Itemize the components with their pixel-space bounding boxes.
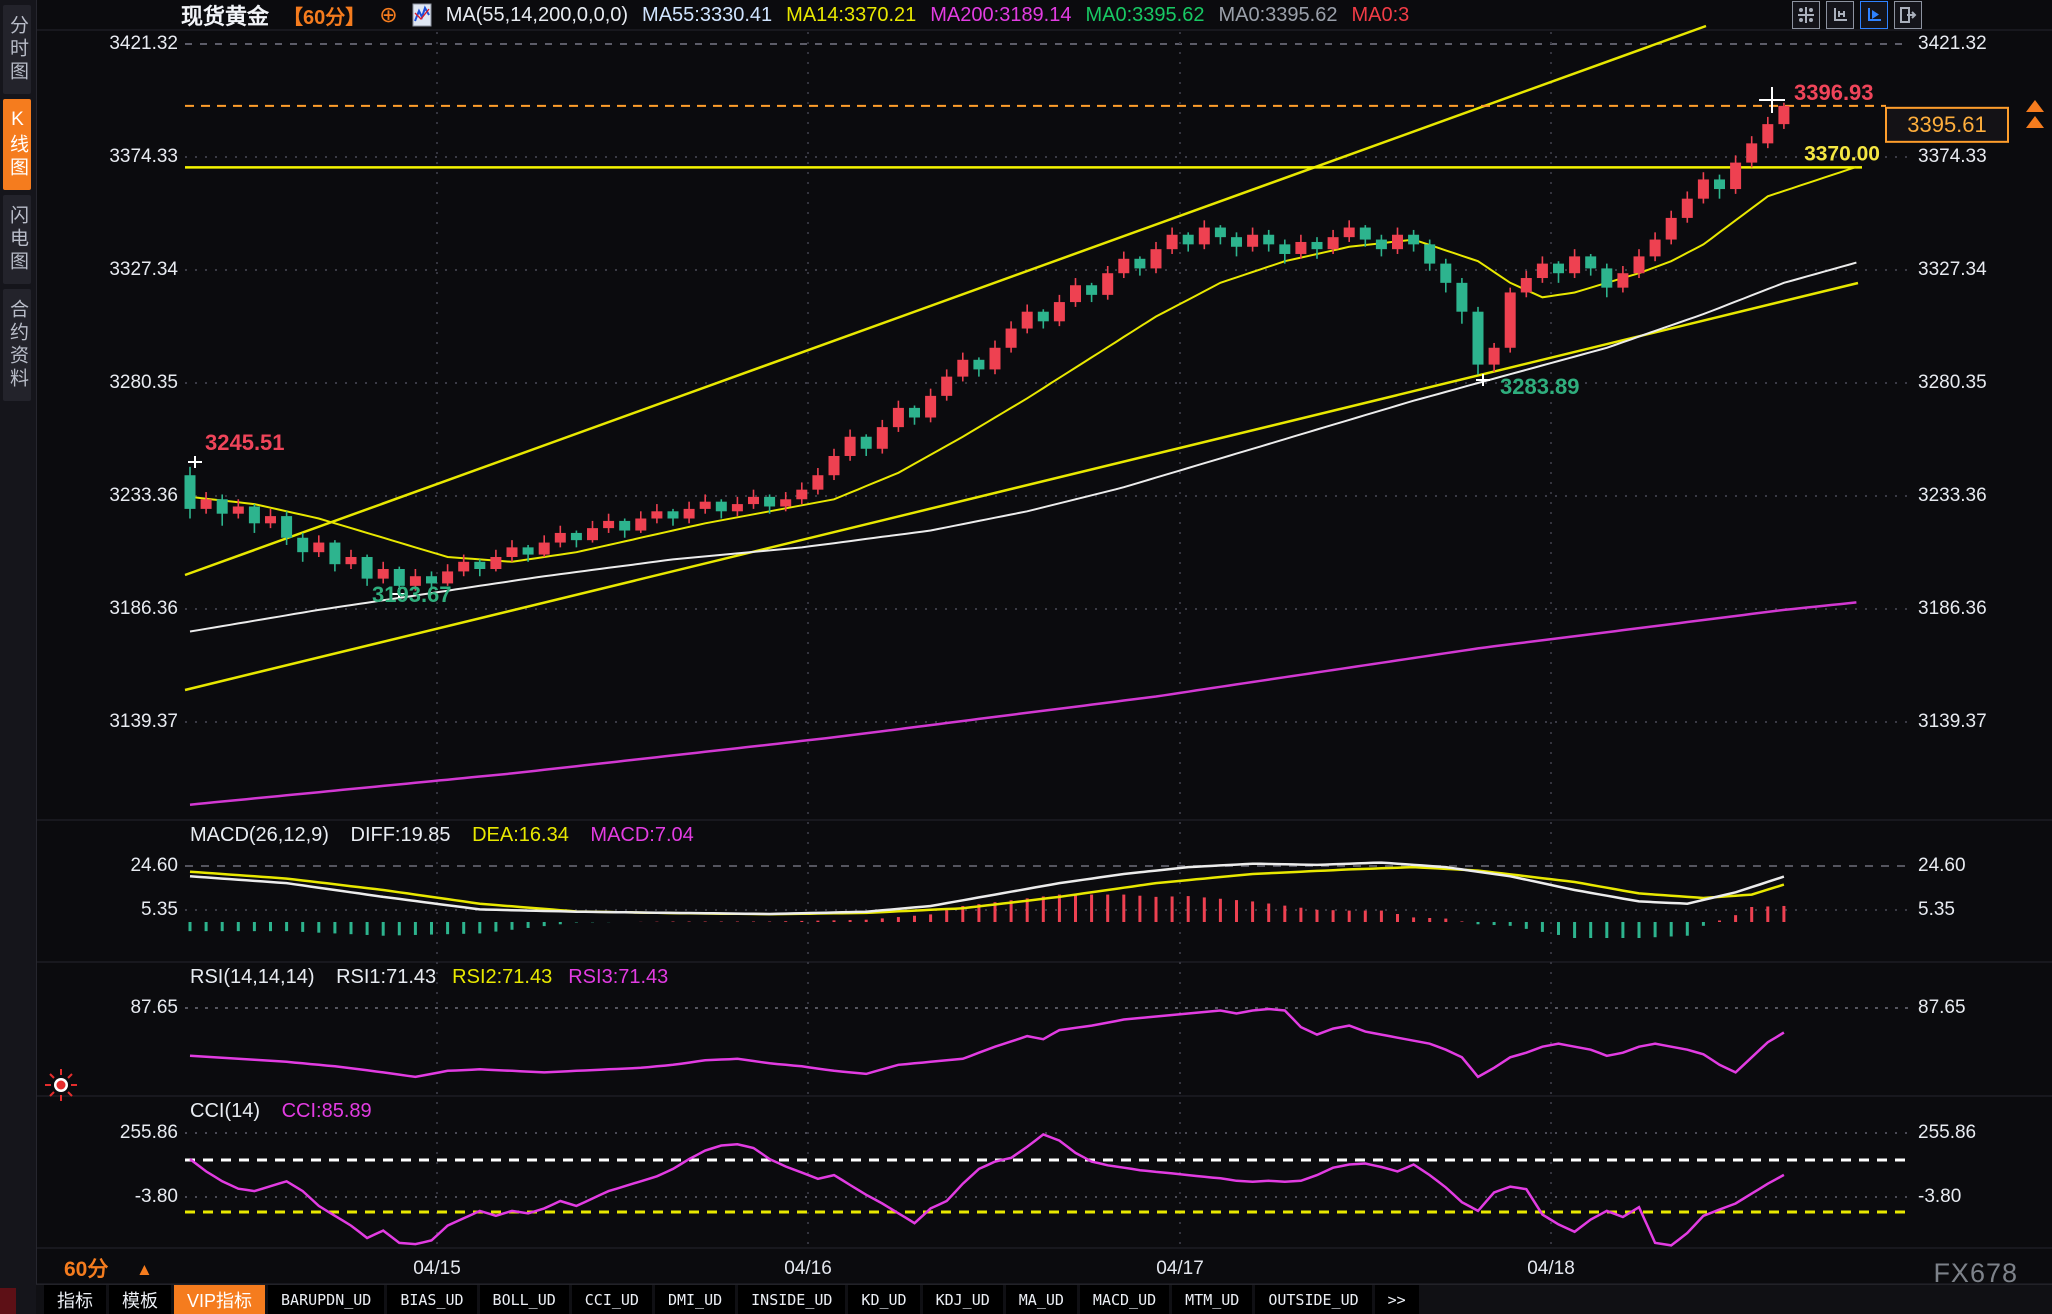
toolbar-button-模板[interactable]: 模板: [109, 1285, 171, 1314]
corner-badge: [0, 1288, 16, 1314]
svg-text:3139.37: 3139.37: [109, 711, 178, 732]
sidebar-tab-0[interactable]: 分时图: [3, 5, 31, 94]
svg-text:5.35: 5.35: [141, 899, 178, 920]
sidebar-tab-3[interactable]: 合约资料: [3, 289, 31, 401]
svg-text:3421.32: 3421.32: [109, 33, 178, 54]
svg-text:87.65: 87.65: [1918, 997, 1966, 1018]
alert-icon[interactable]: [42, 1066, 80, 1109]
ma-value-label: MA200:3189.14: [930, 4, 1071, 27]
svg-text:3421.32: 3421.32: [1918, 33, 1987, 54]
toolbar-button-cci-ud[interactable]: CCI_UD: [572, 1285, 652, 1314]
add-indicator-icon[interactable]: ⊕: [379, 2, 397, 28]
level-price-label: 3370.00: [1804, 142, 1880, 165]
exit-icon[interactable]: [1894, 1, 1922, 29]
svg-text:24.60: 24.60: [130, 855, 178, 876]
svg-text:3280.35: 3280.35: [1918, 372, 1987, 393]
toolbar-button-macd-ud[interactable]: MACD_UD: [1080, 1285, 1169, 1314]
axis-labels: 3421.32 3421.32 3374.33 3374.33 3327.34 3327.…: [64, 33, 1987, 1281]
svg-text:3233.36: 3233.36: [1918, 485, 1987, 506]
ma-value-label: MA14:3370.21: [786, 4, 916, 27]
cci-header[interactable]: CCI(14) CCI:85.89: [190, 1100, 388, 1123]
svg-text:3327.34: 3327.34: [1918, 259, 1987, 280]
rsi-value-label: RSI2:71.43: [452, 966, 552, 988]
chart-header: 现货黄金 【60分】 ⊕ MA(55,14,200,0,0,0) MA55:333…: [36, 0, 2052, 30]
macd-dea-value: DEA:16.34: [472, 824, 569, 846]
watermark: FX678: [1933, 1258, 2018, 1289]
toolbar-button-mtm-ud[interactable]: MTM_UD: [1172, 1285, 1252, 1314]
macd-header[interactable]: MACD(26,12,9) DIFF:19.85 DEA:16.34 MACD:…: [190, 824, 710, 847]
svg-text:3233.36: 3233.36: [109, 485, 178, 506]
sidebar-tab-2[interactable]: 闪电图: [3, 195, 31, 284]
rsi-params: RSI(14,14,14): [190, 966, 315, 988]
svg-text:3139.37: 3139.37: [1918, 711, 1987, 732]
price-annotation: 3245.51: [205, 430, 285, 455]
svg-text:255.86: 255.86: [120, 1122, 178, 1143]
price-annotation: 3396.93: [1794, 80, 1874, 105]
ma-value-label: MA0:3: [1351, 4, 1409, 27]
main-panel: 3370.00 3245.51 3193.67 3283.89 3396.93 3395.…: [185, 26, 2045, 805]
trading-app: { "app": {"watermark": "FX678"}, "sideba…: [0, 0, 2052, 1314]
toolbar-button-inside-ud[interactable]: INSIDE_UD: [738, 1285, 845, 1314]
bottom-toolbar: 指标模板VIP指标BARUPDN_UDBIAS_UDBOLL_UDCCI_UDD…: [36, 1284, 2052, 1314]
timeframe-label[interactable]: 60分: [64, 1258, 108, 1281]
svg-text:3327.34: 3327.34: [109, 259, 178, 280]
toolbar-button-dmi-ud[interactable]: DMI_UD: [655, 1285, 735, 1314]
macd-diff-value: DIFF:19.85: [351, 824, 451, 846]
ma-value-label: MA0:3395.62: [1086, 4, 1205, 27]
svg-text:3186.36: 3186.36: [1918, 598, 1987, 619]
toolbar-button-ma-ud[interactable]: MA_UD: [1006, 1285, 1077, 1314]
toolbar-button--[interactable]: >>: [1375, 1285, 1419, 1314]
svg-text:5.35: 5.35: [1918, 899, 1955, 920]
rsi-values: RSI1:71.43 RSI2:71.43 RSI3:71.43: [336, 966, 684, 988]
date-label: 04/15: [413, 1258, 461, 1279]
svg-text:-3.80: -3.80: [135, 1186, 178, 1207]
date-label: 04/17: [1156, 1258, 1204, 1279]
svg-text:255.86: 255.86: [1918, 1122, 1976, 1143]
ma-value-label: MA0:3395.62: [1218, 4, 1337, 27]
sidebar: 分时图 K线图闪电图合约资料: [0, 0, 37, 1314]
axis-scale-icon[interactable]: [1826, 1, 1854, 29]
toolbar-button-vip指标[interactable]: VIP指标: [174, 1285, 265, 1314]
toolbar-button-指标[interactable]: 指标: [44, 1285, 106, 1314]
ma-settings-label: MA(55,14,200,0,0,0): [446, 4, 628, 27]
svg-text:-3.80: -3.80: [1918, 1186, 1961, 1207]
rsi-header[interactable]: RSI(14,14,14) RSI1:71.43 RSI2:71.43 RSI3:7…: [190, 966, 700, 989]
toolbar-button-kdj-ud[interactable]: KDJ_UD: [923, 1285, 1003, 1314]
period-label[interactable]: 【60分】: [283, 1, 365, 30]
svg-text:3374.33: 3374.33: [1918, 146, 1987, 167]
cci-value: CCI:85.89: [282, 1100, 372, 1122]
price-annotation: 3193.67: [372, 582, 452, 607]
ma-values: MA(55,14,200,0,0,0) MA55:3330.41 MA14:3370…: [446, 4, 1410, 27]
symbol-title: 现货黄金: [181, 0, 269, 31]
toolbar-button-barupdn-ud[interactable]: BARUPDN_UD: [268, 1285, 384, 1314]
svg-text:87.65: 87.65: [130, 997, 178, 1018]
svg-text:3374.33: 3374.33: [109, 146, 178, 167]
toolbar-button-bias-ud[interactable]: BIAS_UD: [387, 1285, 476, 1314]
price-annotation: 3283.89: [1500, 374, 1580, 399]
chart-type-icon[interactable]: [412, 3, 432, 27]
macd-params: MACD(26,12,9): [190, 824, 329, 846]
rsi-value-label: RSI1:71.43: [336, 966, 436, 988]
svg-text:24.60: 24.60: [1918, 855, 1966, 876]
gridlines: [36, 30, 2052, 1284]
move-icon[interactable]: [1792, 1, 1820, 29]
sidebar-tab-1[interactable]: K线图: [3, 99, 31, 190]
svg-text:3186.36: 3186.36: [109, 598, 178, 619]
rsi-value-label: RSI3:71.43: [568, 966, 668, 988]
toolbar-button-kd-ud[interactable]: KD_UD: [848, 1285, 919, 1314]
toolbar-button-outside-ud[interactable]: OUTSIDE_UD: [1255, 1285, 1371, 1314]
candles[interactable]: [185, 103, 1790, 592]
current-price-box: 3395.61: [1907, 112, 1987, 137]
ma-value-label: MA55:3330.41: [642, 4, 772, 27]
timeframe-arrow-icon[interactable]: ▲: [136, 1260, 153, 1279]
svg-text:3280.35: 3280.35: [109, 372, 178, 393]
toolbar-button-boll-ud[interactable]: BOLL_UD: [480, 1285, 569, 1314]
cci-params: CCI(14): [190, 1100, 260, 1122]
window-controls: [1792, 1, 1922, 29]
date-label: 04/18: [1527, 1258, 1575, 1279]
axis-play-icon[interactable]: [1860, 1, 1888, 29]
date-label: 04/16: [784, 1258, 832, 1279]
macd-value: MACD:7.04: [590, 824, 693, 846]
indicator-panels: [185, 863, 1910, 1246]
